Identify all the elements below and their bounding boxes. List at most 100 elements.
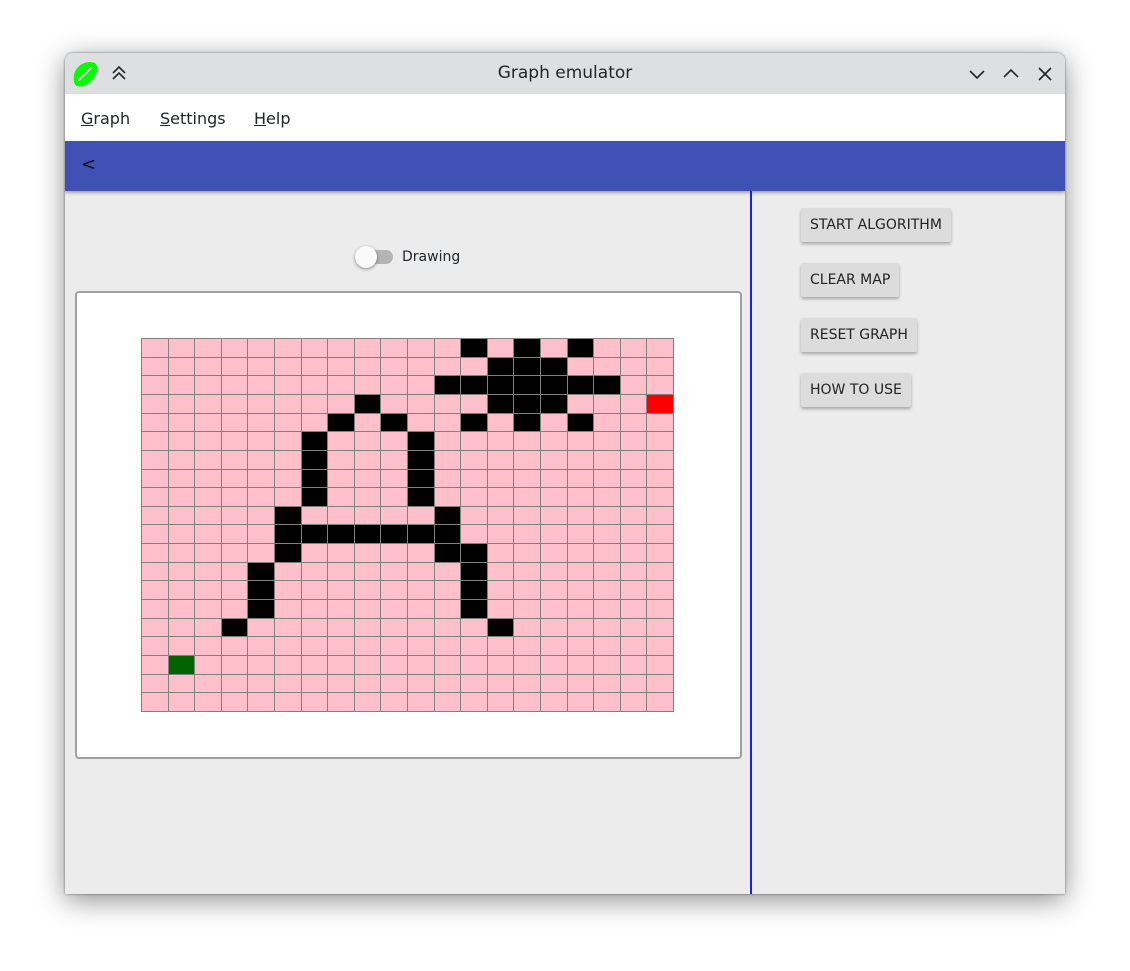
grid-cell[interactable] xyxy=(434,674,461,693)
grid-cell[interactable] xyxy=(487,469,514,488)
grid-cell[interactable] xyxy=(461,674,487,693)
grid-cell[interactable] xyxy=(301,618,328,637)
grid-cell[interactable] xyxy=(620,693,647,711)
grid-cell[interactable] xyxy=(142,581,168,600)
grid-cell[interactable] xyxy=(541,618,567,637)
grid-cell[interactable] xyxy=(514,656,540,674)
wall-cell[interactable] xyxy=(461,413,487,432)
grid-cell[interactable] xyxy=(301,376,328,394)
grid-cell[interactable] xyxy=(541,525,567,544)
grid-cell[interactable] xyxy=(168,618,195,637)
grid-cell[interactable] xyxy=(354,469,381,488)
grid-cell[interactable] xyxy=(354,544,381,562)
grid-cell[interactable] xyxy=(487,674,514,693)
grid-cell[interactable] xyxy=(195,600,221,618)
wall-cell[interactable] xyxy=(275,544,301,562)
grid-cell[interactable] xyxy=(221,562,248,581)
drawing-toggle[interactable] xyxy=(355,246,395,268)
wall-cell[interactable] xyxy=(301,450,328,469)
grid-cell[interactable] xyxy=(168,562,195,581)
grid-cell[interactable] xyxy=(275,562,301,581)
wall-cell[interactable] xyxy=(461,600,487,618)
grid-cell[interactable] xyxy=(647,376,673,394)
grid-cell[interactable] xyxy=(354,488,381,506)
grid-cell[interactable] xyxy=(328,581,354,600)
grid-cell[interactable] xyxy=(168,544,195,562)
grid-cell[interactable] xyxy=(594,674,620,693)
grid-cell[interactable] xyxy=(275,376,301,394)
grid-cell[interactable] xyxy=(195,581,221,600)
grid-cell[interactable] xyxy=(195,376,221,394)
grid-cell[interactable] xyxy=(221,525,248,544)
wall-cell[interactable] xyxy=(248,600,274,618)
grid-cell[interactable] xyxy=(434,339,461,357)
grid-cell[interactable] xyxy=(221,488,248,506)
grid-cell[interactable] xyxy=(541,432,567,450)
grid-cell[interactable] xyxy=(487,693,514,711)
grid-cell[interactable] xyxy=(594,506,620,525)
grid-cell[interactable] xyxy=(354,413,381,432)
menu-help[interactable]: Help xyxy=(254,109,290,128)
wall-cell[interactable] xyxy=(487,394,514,413)
grid-cell[interactable] xyxy=(275,581,301,600)
grid-cell[interactable] xyxy=(541,693,567,711)
grid-cell[interactable] xyxy=(328,450,354,469)
grid-cell[interactable] xyxy=(514,469,540,488)
grid-cell[interactable] xyxy=(541,600,567,618)
grid-cell[interactable] xyxy=(275,674,301,693)
wall-cell[interactable] xyxy=(487,618,514,637)
grid-cell[interactable] xyxy=(647,432,673,450)
grid-cell[interactable] xyxy=(221,432,248,450)
grid-cell[interactable] xyxy=(142,544,168,562)
grid-cell[interactable] xyxy=(248,376,274,394)
grid-cell[interactable] xyxy=(275,637,301,656)
grid-cell[interactable] xyxy=(142,637,168,656)
grid-cell[interactable] xyxy=(354,506,381,525)
grid-cell[interactable] xyxy=(301,581,328,600)
grid-cell[interactable] xyxy=(408,506,434,525)
grid-cell[interactable] xyxy=(461,693,487,711)
grid-cell[interactable] xyxy=(461,394,487,413)
grid-cell[interactable] xyxy=(168,357,195,376)
graph-grid[interactable] xyxy=(141,338,674,712)
grid-cell[interactable] xyxy=(514,581,540,600)
wall-cell[interactable] xyxy=(434,544,461,562)
grid-cell[interactable] xyxy=(195,488,221,506)
grid-cell[interactable] xyxy=(354,376,381,394)
grid-cell[interactable] xyxy=(354,432,381,450)
grid-cell[interactable] xyxy=(620,618,647,637)
grid-cell[interactable] xyxy=(168,339,195,357)
wall-cell[interactable] xyxy=(301,488,328,506)
grid-cell[interactable] xyxy=(647,674,673,693)
wall-cell[interactable] xyxy=(408,488,434,506)
grid-cell[interactable] xyxy=(541,488,567,506)
wall-cell[interactable] xyxy=(408,432,434,450)
grid-cell[interactable] xyxy=(647,693,673,711)
grid-cell[interactable] xyxy=(195,656,221,674)
grid-cell[interactable] xyxy=(541,581,567,600)
grid-cell[interactable] xyxy=(168,693,195,711)
grid-cell[interactable] xyxy=(487,544,514,562)
grid-cell[interactable] xyxy=(168,600,195,618)
grid-cell[interactable] xyxy=(487,450,514,469)
grid-cell[interactable] xyxy=(275,339,301,357)
grid-cell[interactable] xyxy=(408,376,434,394)
wall-cell[interactable] xyxy=(354,525,381,544)
grid-cell[interactable] xyxy=(434,618,461,637)
grid-cell[interactable] xyxy=(354,618,381,637)
grid-cell[interactable] xyxy=(514,432,540,450)
grid-cell[interactable] xyxy=(567,450,594,469)
grid-cell[interactable] xyxy=(620,581,647,600)
grid-cell[interactable] xyxy=(142,394,168,413)
grid-cell[interactable] xyxy=(221,581,248,600)
grid-cell[interactable] xyxy=(248,674,274,693)
grid-cell[interactable] xyxy=(168,450,195,469)
wall-cell[interactable] xyxy=(275,525,301,544)
grid-cell[interactable] xyxy=(620,339,647,357)
grid-cell[interactable] xyxy=(195,506,221,525)
grid-cell[interactable] xyxy=(221,693,248,711)
grid-cell[interactable] xyxy=(142,339,168,357)
grid-cell[interactable] xyxy=(541,413,567,432)
grid-cell[interactable] xyxy=(487,339,514,357)
grid-cell[interactable] xyxy=(381,562,407,581)
